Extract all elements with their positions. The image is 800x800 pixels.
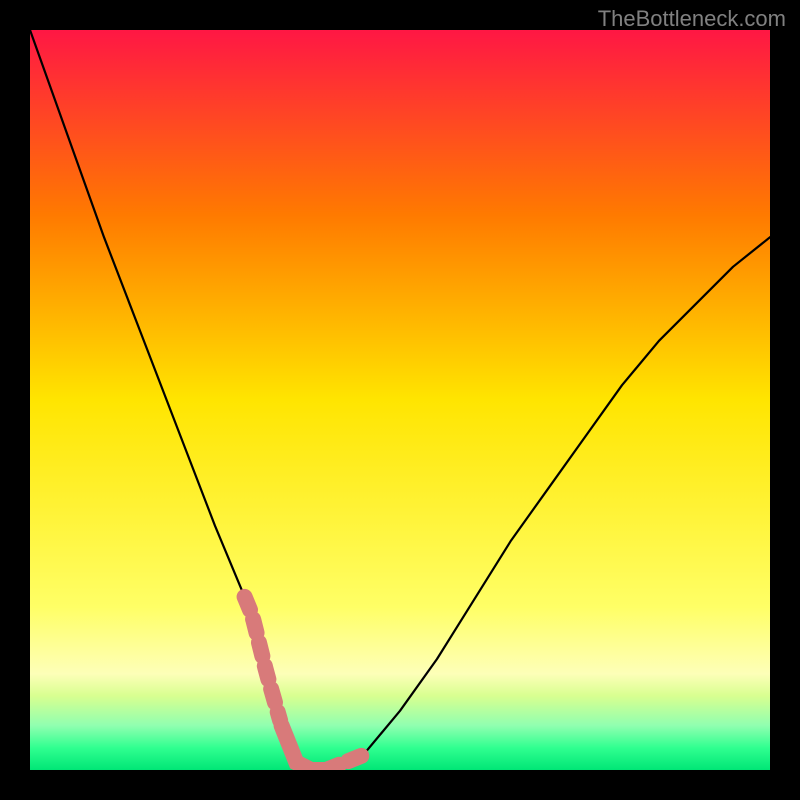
chart-background [30,30,770,770]
watermark-text: TheBottleneck.com [598,6,786,32]
bottleneck-curve-chart [30,30,770,770]
chart-frame [30,30,770,770]
